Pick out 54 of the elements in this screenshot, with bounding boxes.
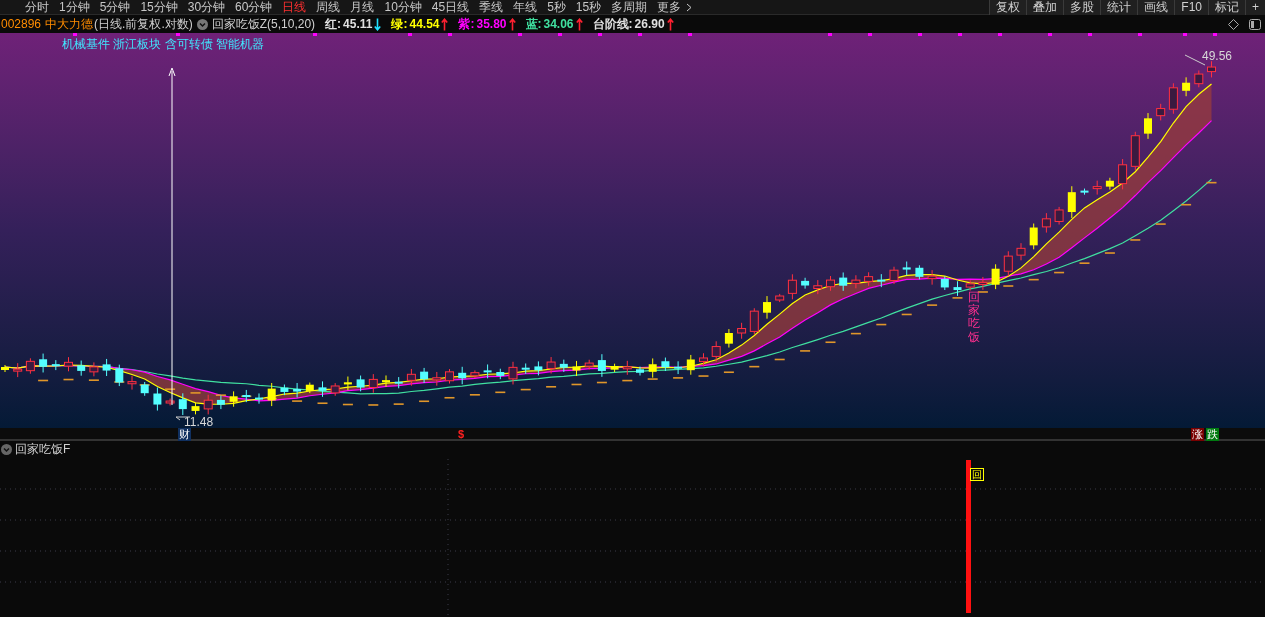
signal-text: 回家吃饭 — [968, 291, 980, 344]
indicator-value: 34.06 — [543, 16, 574, 33]
period-tab[interactable]: 周线 — [311, 0, 346, 15]
indicator-label: 绿: — [391, 16, 408, 33]
indicator-label: 蓝: — [525, 16, 542, 33]
toolbar-button[interactable]: 叠加 — [1026, 0, 1064, 15]
period-tab[interactable]: 年线 — [508, 0, 543, 15]
rise-marker: 涨 — [1191, 428, 1204, 441]
news-marker: 财 — [178, 428, 191, 441]
chart-mode: (日线.前复权.对数) — [94, 16, 193, 33]
period-tab[interactable]: 日线 — [277, 0, 312, 15]
toolbar-button[interactable]: 多股 — [1063, 0, 1101, 15]
panel-title: 回家吃饭F — [15, 441, 71, 458]
panel-icon[interactable] — [1249, 18, 1261, 30]
indicator-label: 台阶线: — [592, 16, 633, 33]
stock-name: 中大力德 — [45, 16, 94, 33]
indicator-name: 回家吃饭Z(5,10,20) — [211, 16, 316, 33]
toolbar-button[interactable]: 复权 — [989, 0, 1027, 15]
period-tab[interactable]: 5秒 — [542, 0, 571, 15]
diamond-icon[interactable] — [1228, 18, 1239, 30]
fall-marker: 跌 — [1206, 428, 1219, 441]
toolbar-button[interactable]: 标记 — [1208, 0, 1245, 15]
period-tab[interactable]: 10分钟 — [379, 0, 427, 15]
period-tab[interactable]: 5分钟 — [94, 0, 136, 15]
period-tab[interactable]: 多周期 — [606, 0, 653, 15]
dropdown-icon[interactable] — [1, 443, 12, 455]
indicator-value: 35.80 — [476, 16, 507, 33]
period-tab[interactable]: 1分钟 — [54, 0, 95, 15]
period-tab[interactable]: 30分钟 — [182, 0, 231, 15]
indicator-label: 红: — [325, 16, 342, 33]
indicator-value: 26.90 — [634, 16, 665, 33]
period-tab[interactable]: 60分钟 — [230, 0, 278, 15]
dropdown-icon[interactable] — [196, 18, 208, 30]
dividend-marker: $ — [457, 428, 466, 441]
toolbar-button[interactable]: F10 — [1174, 0, 1208, 15]
indicator-label: 紫: — [458, 16, 475, 33]
toolbar-button[interactable]: + — [1245, 0, 1265, 15]
sector-tags: 机械基件 浙江板块 含可转债 智能机器 — [62, 35, 264, 53]
toolbar-button[interactable]: 画线 — [1137, 0, 1175, 15]
toolbar-button[interactable]: 统计 — [1100, 0, 1138, 15]
period-tab[interactable]: 季线 — [474, 0, 509, 15]
indicator-value: 44.54 — [409, 16, 440, 33]
low-price-label: 11.48 — [184, 414, 214, 429]
period-tab[interactable]: 15分钟 — [135, 0, 183, 15]
period-tab[interactable]: 月线 — [345, 0, 380, 15]
indicator-value: 45.11 — [343, 16, 373, 33]
period-tab[interactable]: 45日线 — [426, 0, 475, 15]
high-price-label: 49.56 — [1202, 48, 1233, 65]
chevron-right-icon — [686, 2, 693, 12]
stock-code: 002896 — [1, 16, 42, 33]
period-tab[interactable]: 15秒 — [570, 0, 607, 15]
period-tab[interactable]: 分时 — [20, 0, 54, 15]
period-tab[interactable]: 更多 — [652, 0, 687, 15]
signal-marker: 回 — [970, 468, 984, 481]
